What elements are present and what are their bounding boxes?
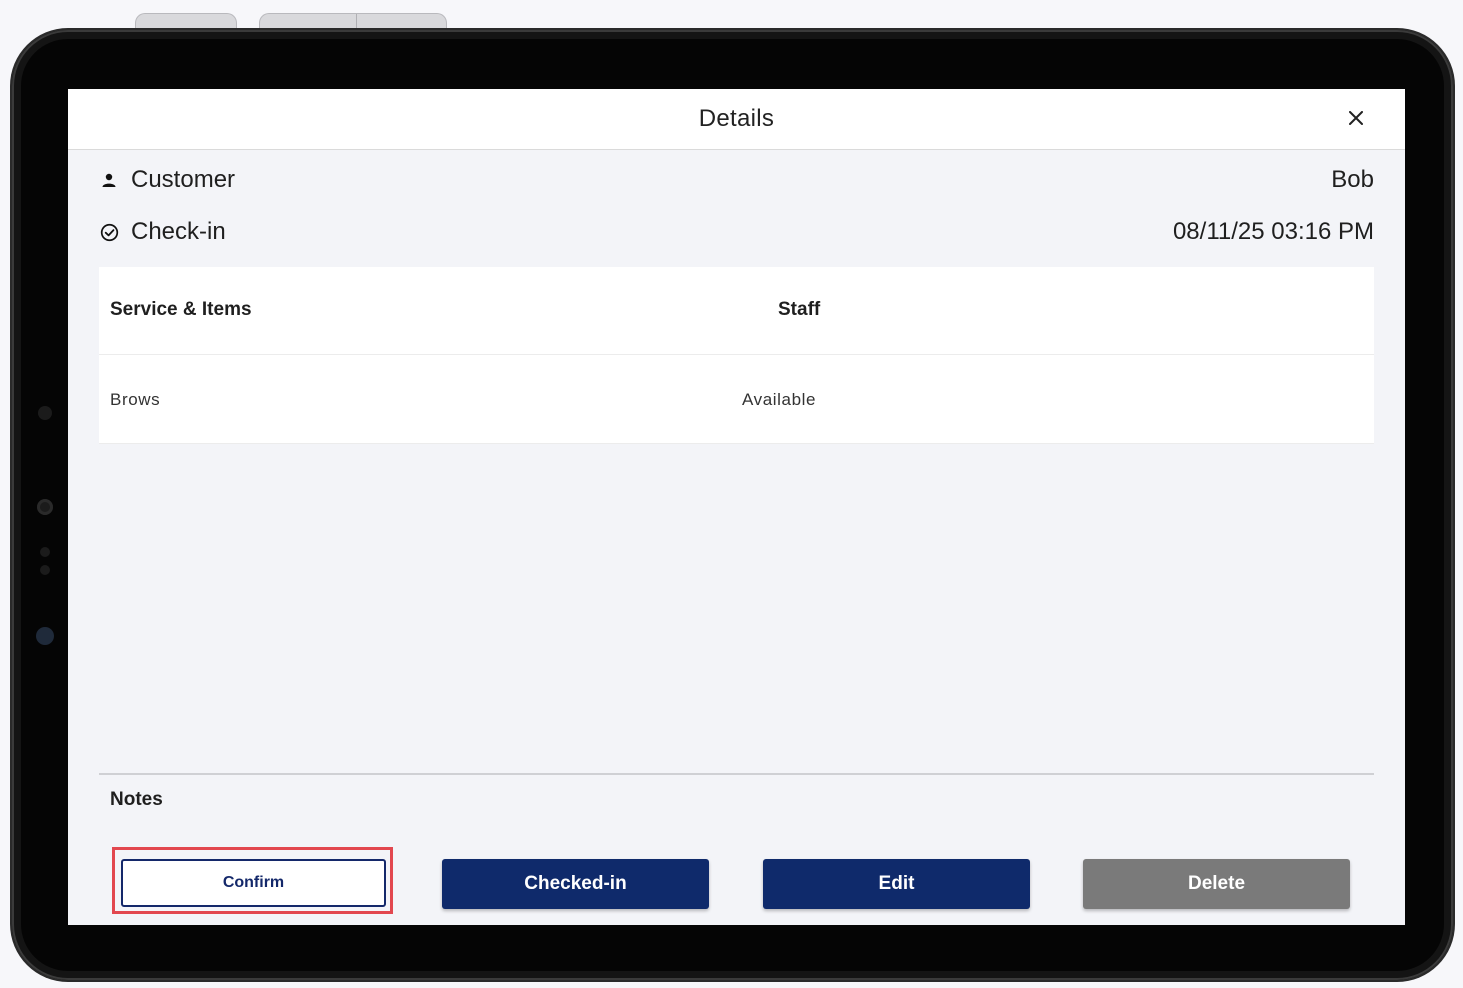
customer-label: Customer [131,166,236,193]
table-row[interactable]: Brows Available [99,355,1374,444]
staff-cell: Available [742,390,817,409]
delete-button[interactable]: Delete [1083,859,1350,909]
modal-header: Details [68,89,1405,150]
sensor-dot [36,627,54,645]
service-table: Service & Items Staff Brows Available [99,267,1374,444]
customer-name: Bob [1331,166,1374,193]
camera-lens [37,499,53,515]
column-header-service: Service & Items [110,299,252,320]
modal-title: Details [698,105,775,132]
checkin-row: Check-in 08/11/25 03:16 PM [99,217,1374,247]
table-header: Service & Items Staff [99,267,1374,355]
details-modal: Details Customer Bob Check-in 08/11/25 0… [68,89,1405,925]
sensor-dot [40,565,50,575]
sensor-dot [40,547,50,557]
notes-divider [99,773,1374,775]
close-button[interactable] [1345,107,1367,129]
notes-label: Notes [110,789,163,810]
confirm-button[interactable]: Confirm [121,859,386,907]
edit-button[interactable]: Edit [763,859,1030,909]
person-icon [99,170,119,190]
camera-dot [38,406,52,420]
service-cell: Brows [110,390,161,409]
checkin-datetime: 08/11/25 03:16 PM [1172,218,1374,245]
customer-row: Customer Bob [99,165,1374,195]
checkin-label: Check-in [131,218,226,245]
checked-in-button[interactable]: Checked-in [442,859,709,909]
close-icon [1349,111,1363,125]
check-circle-icon [99,222,119,242]
column-header-staff: Staff [778,299,821,320]
